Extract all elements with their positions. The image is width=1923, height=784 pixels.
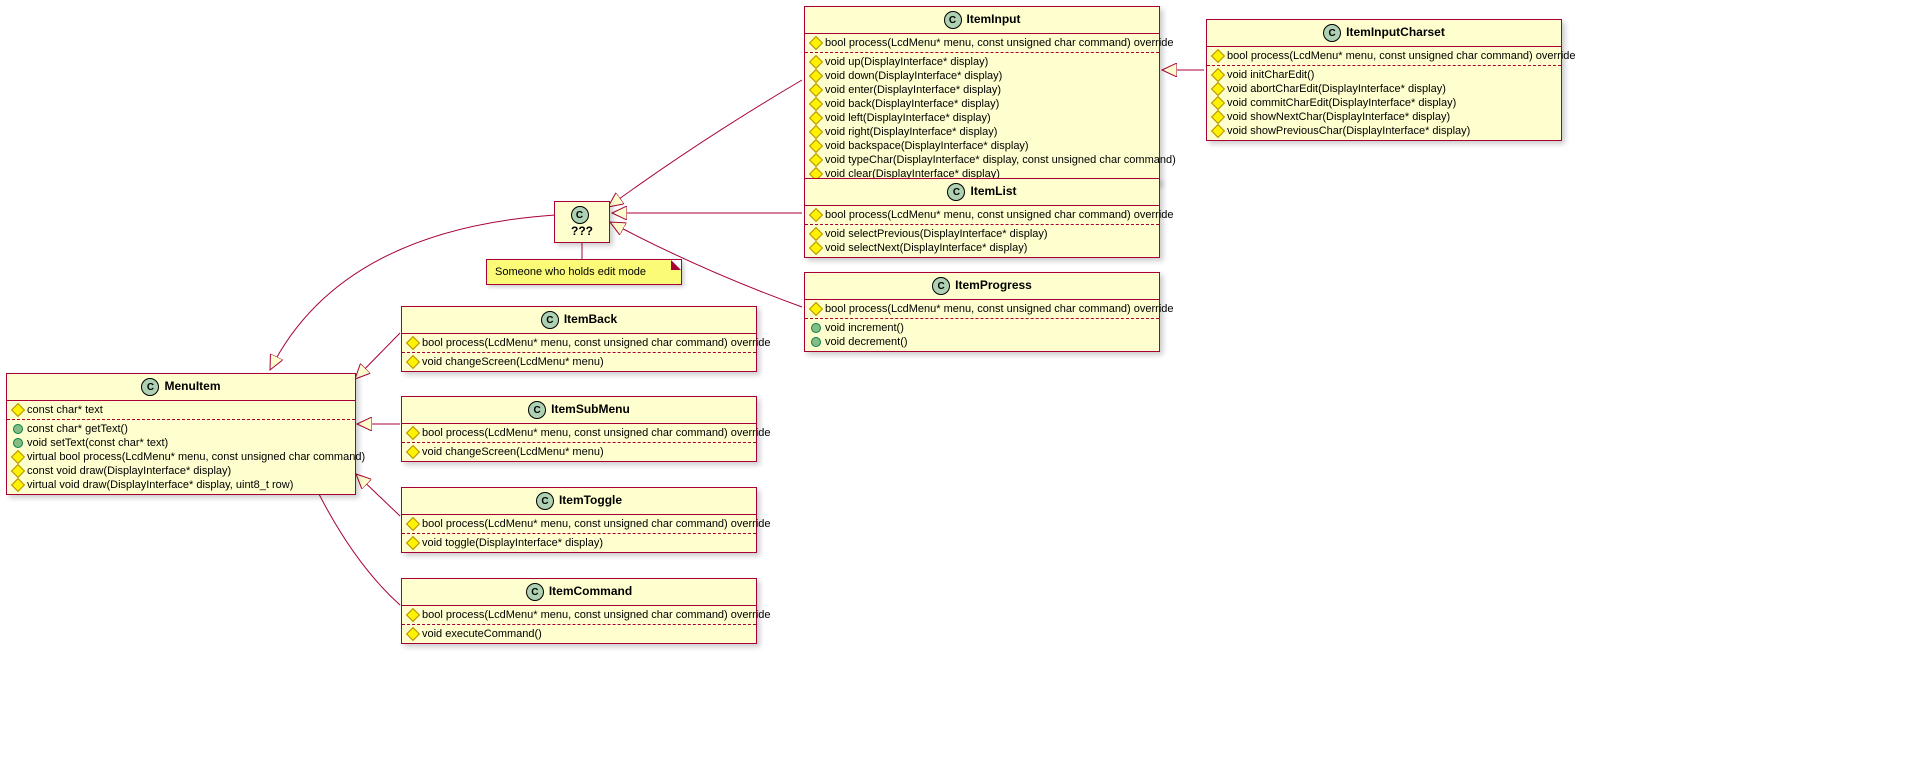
class-unknown: C??? — [554, 201, 610, 243]
class-icon: C — [944, 11, 962, 29]
class-title: ItemInputCharset — [1346, 25, 1445, 39]
class-icon: C — [541, 311, 559, 329]
class-itemtoggle: CItemToggle bool process(LcdMenu* menu, … — [401, 487, 757, 553]
class-itemcommand: CItemCommand bool process(LcdMenu* menu,… — [401, 578, 757, 644]
class-icon: C — [141, 378, 159, 396]
class-icon: C — [947, 183, 965, 201]
class-icon: C — [1323, 24, 1341, 42]
methods-section: const char* getText() void setText(const… — [7, 420, 355, 494]
class-iteminput: CItemInput bool process(LcdMenu* menu, c… — [804, 6, 1160, 184]
class-menuitem: C MenuItem const char* text const char* g… — [6, 373, 356, 495]
class-title: ItemProgress — [955, 278, 1032, 292]
class-icon: C — [528, 401, 546, 419]
class-itemlist: CItemList bool process(LcdMenu* menu, co… — [804, 178, 1160, 258]
class-itemsubmenu: CItemSubMenu bool process(LcdMenu* menu,… — [401, 396, 757, 462]
class-itemback: CItemBack bool process(LcdMenu* menu, co… — [401, 306, 757, 372]
class-title: ItemCommand — [549, 584, 632, 598]
note-edit-mode: Someone who holds edit mode — [486, 259, 682, 285]
class-itemprogress: CItemProgress bool process(LcdMenu* menu… — [804, 272, 1160, 352]
class-icon: C — [571, 206, 589, 224]
class-iteminputcharset: CItemInputCharset bool process(LcdMenu* … — [1206, 19, 1562, 141]
class-icon: C — [536, 492, 554, 510]
class-title: ItemSubMenu — [551, 402, 630, 416]
class-title: ItemInput — [967, 12, 1021, 26]
class-title: ??? — [571, 224, 593, 238]
fields-section: const char* text — [7, 401, 355, 420]
class-title: MenuItem — [164, 379, 220, 393]
class-icon: C — [932, 277, 950, 295]
class-title: ItemToggle — [559, 493, 622, 507]
class-title: ItemList — [970, 184, 1016, 198]
class-icon: C — [526, 583, 544, 601]
class-title: ItemBack — [564, 312, 617, 326]
